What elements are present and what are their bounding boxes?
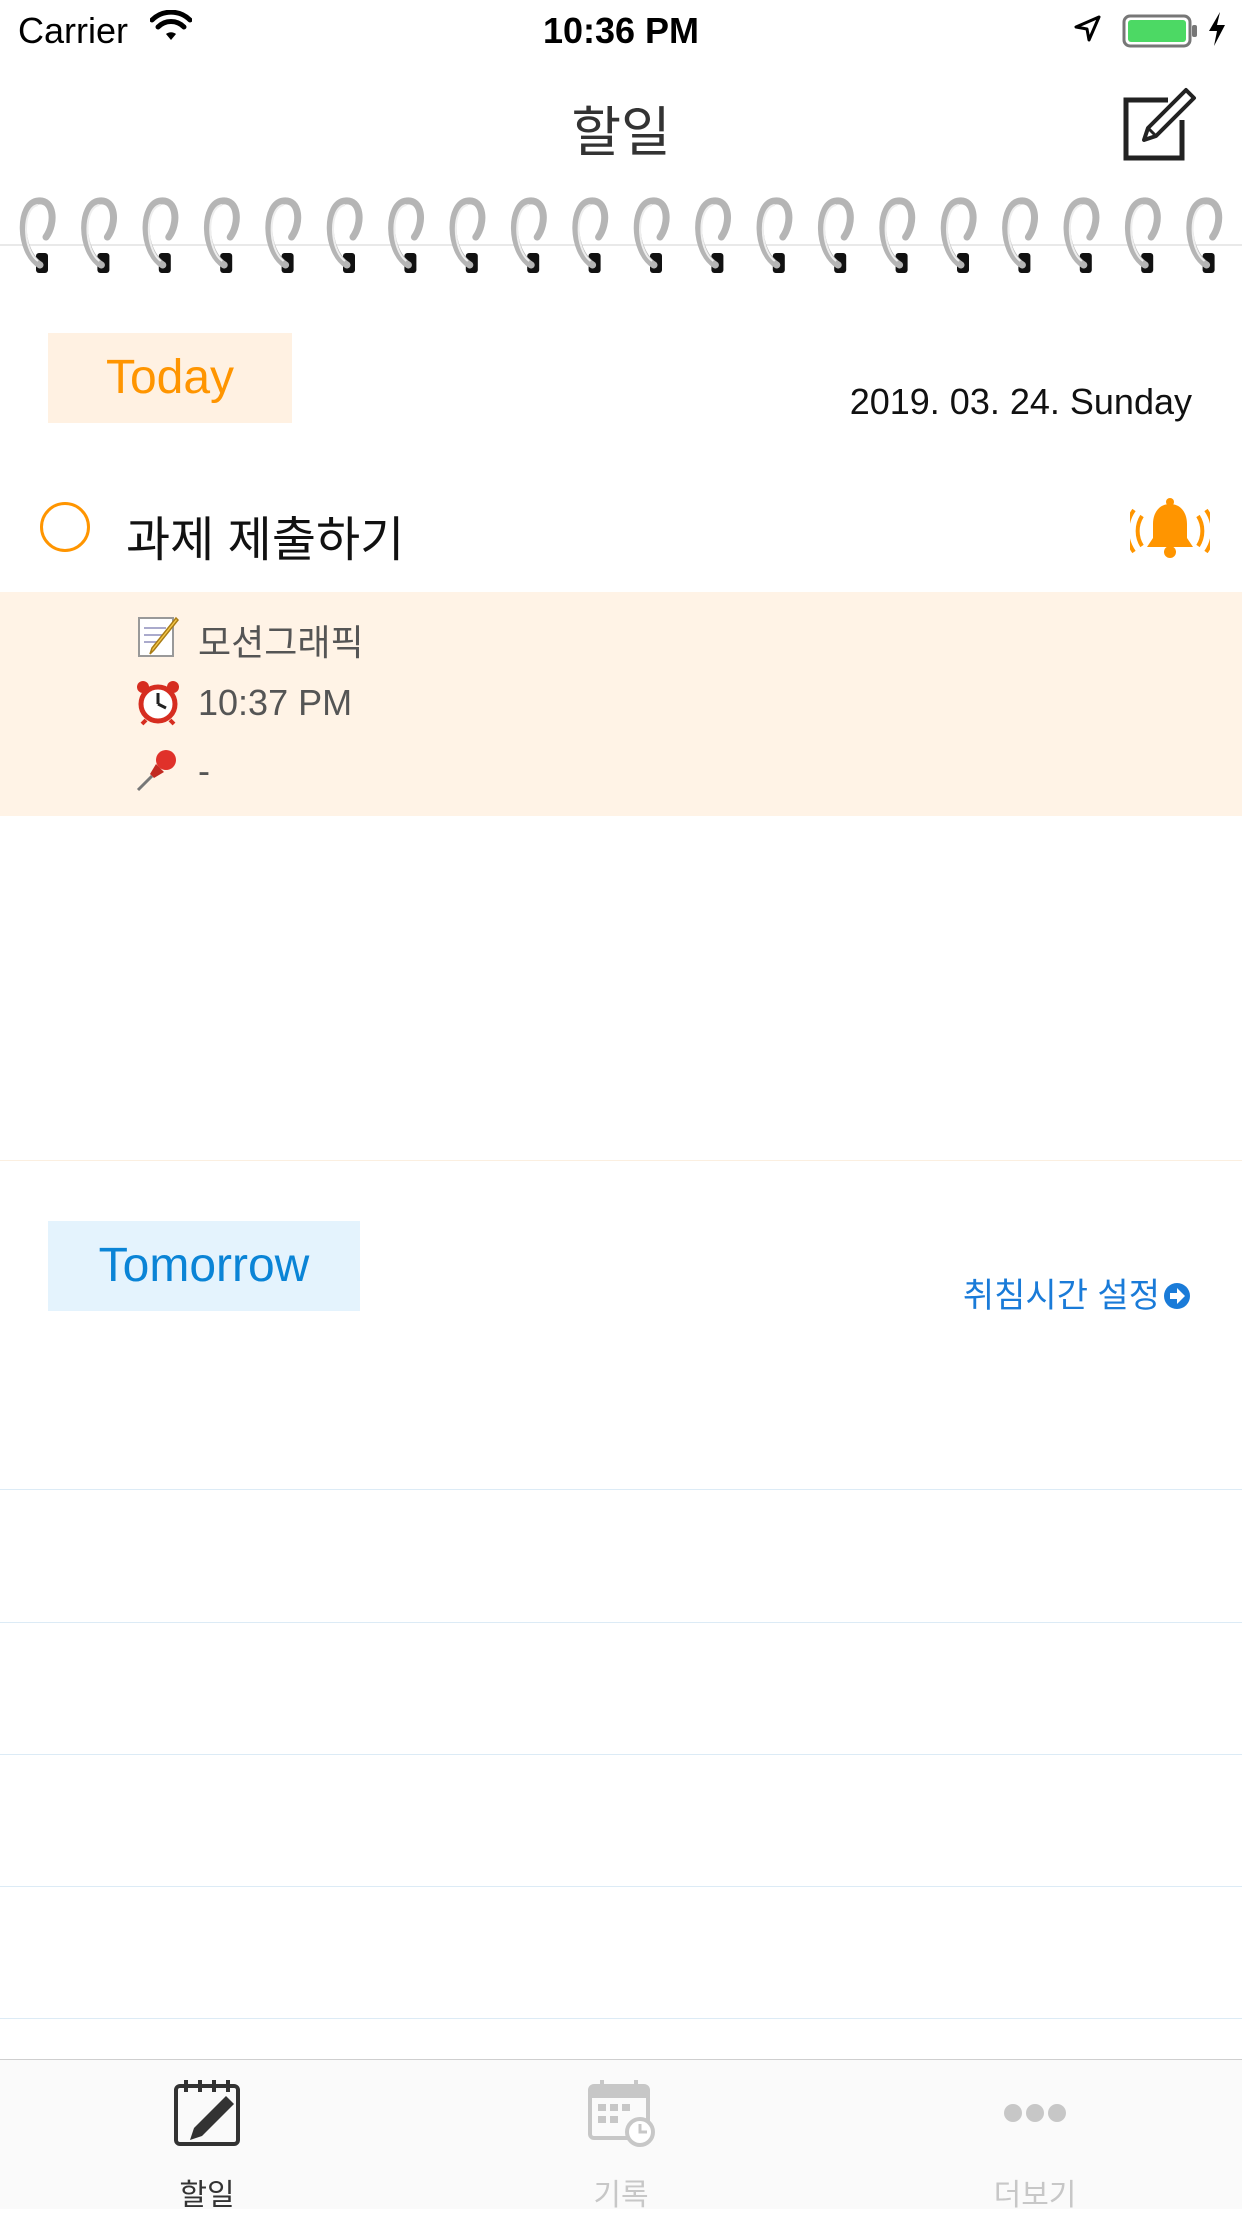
today-label: Today: [105, 351, 235, 404]
clock-time: 10:36 PM: [542, 10, 700, 51]
task-memo: 모션그래픽: [198, 622, 364, 663]
bedtime-setting-link[interactable]: 취침시간 설정: [880, 1268, 1192, 1317]
task-complete-checkbox[interactable]: [40, 502, 90, 552]
spiral-ring-icon: [388, 197, 424, 273]
spiral-ring-icon: [572, 197, 609, 273]
spiral-binder-decoration: [0, 197, 1242, 273]
location-arrow-icon: [1074, 15, 1101, 42]
task-title[interactable]: 과제 제출하기: [126, 500, 404, 570]
spiral-ring-icon: [756, 197, 793, 273]
section-divider: [0, 1160, 1242, 1161]
tab-label: 더보기: [993, 2179, 1077, 2212]
tab-label: 기록: [593, 2179, 649, 2212]
tab-more[interactable]: 더보기: [828, 2070, 1242, 2212]
spiral-ring-icon: [81, 197, 117, 273]
arrow-right-circle-icon: [1164, 1283, 1190, 1309]
spiral-ring-icon: [633, 197, 670, 273]
spiral-ring-icon: [326, 197, 363, 273]
task-details-panel: [0, 592, 1242, 816]
task-alarm-time: 10:37 PM: [198, 682, 353, 723]
tomorrow-label: Tomorrow: [98, 1239, 310, 1292]
row-divider: [0, 2018, 1242, 2019]
spiral-ring-icon: [879, 197, 916, 273]
calendar-clock-icon: [588, 2080, 655, 2147]
spiral-ring-icon: [449, 197, 486, 273]
spiral-ring-icon: [817, 197, 854, 273]
spiral-ring-icon: [203, 197, 240, 273]
alarm-bell-icon[interactable]: [1130, 496, 1210, 566]
row-divider: [0, 1886, 1242, 1887]
row-divider: [0, 1489, 1242, 1490]
charging-bolt-icon: [1209, 12, 1225, 46]
row-divider: [0, 1622, 1242, 1623]
memo-icon: [138, 616, 180, 657]
spiral-ring-icon: [940, 197, 977, 273]
tab-todo[interactable]: 할일: [0, 2070, 414, 2212]
page-title: 할일: [571, 103, 671, 163]
tab-history[interactable]: 기록: [414, 2070, 828, 2212]
spiral-ring-icon: [1063, 197, 1100, 273]
spiral-ring-icon: [695, 197, 731, 273]
spiral-ring-icon: [1186, 197, 1223, 273]
spiral-ring-icon: [1124, 197, 1161, 273]
task-pin: -: [198, 750, 210, 791]
today-date: 2019. 03. 24. Sunday: [849, 381, 1192, 422]
bedtime-link-label: 취침시간 설정: [962, 1277, 1160, 1315]
status-bar: Carrier 10:36 PM: [0, 0, 1242, 60]
row-divider: [0, 1754, 1242, 1755]
compose-icon[interactable]: [1118, 86, 1198, 166]
battery-icon: [1122, 14, 1197, 48]
todo-notepad-icon: [174, 2080, 240, 2146]
more-dots-icon: [1004, 2104, 1066, 2122]
spiral-ring-icon: [510, 197, 547, 273]
spiral-ring-icon: [265, 197, 302, 273]
spiral-ring-icon: [19, 197, 56, 273]
spiral-ring-icon: [142, 197, 179, 273]
alarm-clock-icon: [137, 681, 179, 726]
pushpin-icon: [136, 750, 176, 792]
spiral-ring-icon: [1002, 197, 1038, 273]
tab-label: 할일: [179, 2179, 235, 2212]
